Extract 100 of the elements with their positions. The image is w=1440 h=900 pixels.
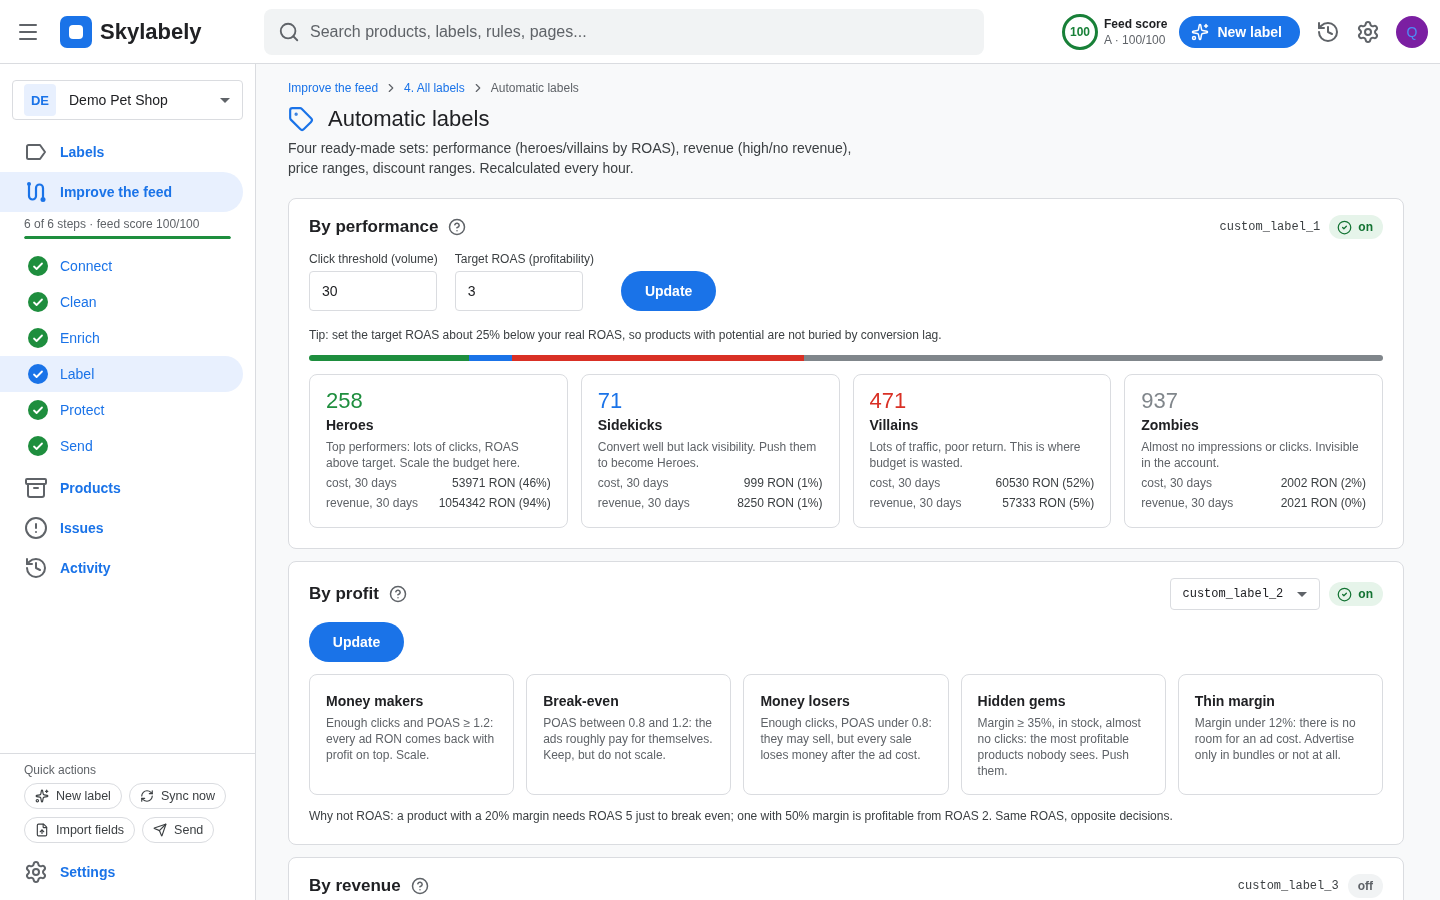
status-text: on (1358, 587, 1373, 601)
group-name: Heroes (326, 416, 375, 435)
step-item[interactable]: Protect (0, 392, 243, 428)
section-title: By performance (309, 216, 439, 238)
account-initials: DE (24, 84, 56, 116)
nav-item[interactable]: Labels (0, 132, 243, 172)
group-description: Almost no impressions or clicks. Invisible in the account. (1141, 439, 1360, 471)
metric-value: 60530 RON (52%) (995, 475, 1095, 491)
section-title: By revenue (309, 875, 401, 897)
action-chip[interactable]: Send (142, 817, 215, 843)
group-name: Sidekicks (597, 416, 664, 435)
step-item[interactable]: Send (0, 428, 243, 464)
metric-label: revenue, 30 days (597, 495, 690, 511)
route-icon (24, 180, 48, 204)
rule-description: Margin under 12%: there is no room for an ad cost. Advertise only in bundles or not at all. (1194, 715, 1357, 763)
send-icon (153, 823, 168, 837)
metric-value: 1054342 RON (94%) (438, 495, 551, 511)
metric-value: 2002 RON (2%) (1280, 475, 1366, 491)
help-icon[interactable] (410, 877, 429, 895)
nav-item[interactable]: Products (0, 468, 243, 508)
status-text: off (1357, 879, 1373, 893)
score-title: Feed score (1104, 15, 1168, 32)
nav-item[interactable]: Activity (0, 548, 243, 588)
metric-value: 57333 RON (5%) (1002, 495, 1095, 511)
note-text: Why not ROAS: a product with a 20% margin needs ROAS 5 just to break even; one with 50% margin is profitable from ROAS 2. Same ROAS, opposite decisions. (309, 808, 1174, 824)
new-label-button[interactable]: New label (1179, 15, 1300, 48)
history-icon[interactable] (1316, 19, 1340, 44)
history-icon (24, 556, 48, 580)
field-name: custom_label_3 (1237, 879, 1339, 893)
search-field[interactable]: Search products, labels, rules, pages... (264, 8, 984, 55)
rule-description: Enough clicks and POAS ≥ 1.2: every ad RON comes back with profit on top. Scale. (326, 715, 496, 763)
input-field[interactable]: 30 (309, 271, 437, 311)
step-item[interactable]: Label (0, 356, 243, 392)
group-count: 258 (326, 387, 364, 415)
help-icon[interactable] (448, 218, 467, 236)
account-select[interactable]: DE Demo Pet Shop (12, 80, 243, 120)
score-ring: 100 (1062, 13, 1099, 50)
page-title: Automatic labels (328, 107, 490, 131)
group-description: Convert well but lack visibility. Push them to become Heroes. (597, 439, 818, 471)
rule-name: Break-even (543, 692, 620, 711)
metric-label: revenue, 30 days (326, 495, 419, 511)
breadcrumb-link[interactable]: Improve the feed (288, 80, 379, 96)
progress-text: 6 of 6 steps · feed score 100/100 (24, 216, 201, 232)
sparkle-icon (1191, 22, 1210, 41)
step-item[interactable]: Connect (0, 248, 243, 284)
check-circle-icon (1337, 586, 1353, 602)
app-name: Skylabely (100, 17, 202, 46)
update-button[interactable]: Update (621, 271, 717, 311)
rule-name: Money losers (760, 692, 851, 711)
rule-description: POAS between 0.8 and 1.2: the ads roughly pay for themselves. Keep, but do not scale. (543, 715, 714, 763)
group-count: 471 (869, 387, 908, 415)
group-count: 937 (1141, 387, 1179, 415)
rule-description: Margin ≥ 35%, in stock, almost no clicks: the most profitable products nobody sees. Push them. (977, 715, 1142, 779)
metric-value: 999 RON (1%) (743, 475, 823, 491)
tag-icon (288, 106, 314, 132)
nav-item[interactable]: Improve the feed (0, 172, 243, 212)
avatar[interactable]: Q (1396, 15, 1428, 48)
update-button[interactable]: Update (309, 622, 404, 662)
settings-icon (24, 860, 48, 884)
input-label: Click threshold (volume) (309, 251, 438, 267)
file-upload-icon (35, 823, 49, 837)
sparkle-icon (35, 789, 49, 803)
breadcrumb-link[interactable]: 4. All labels (404, 80, 465, 96)
group-count: 71 (597, 387, 624, 415)
field-select[interactable]: custom_label_2 (1169, 578, 1321, 610)
metric-label: revenue, 30 days (1141, 495, 1234, 511)
metric-label: cost, 30 days (597, 475, 669, 491)
nav-item[interactable]: Settings (0, 852, 243, 892)
rule-name: Money makers (326, 692, 425, 711)
section-title: By profit (309, 583, 379, 605)
group-description: Lots of traffic, poor return. This is where budget is wasted. (869, 439, 1082, 471)
status-text: on (1358, 220, 1373, 234)
tip-text: Tip: set the target ROAS about 25% below your real ROAS, so products with potential are not buried by conversion lag. (309, 327, 943, 343)
sync-icon (139, 789, 154, 803)
step-item[interactable]: Clean (0, 284, 243, 320)
nav-item[interactable]: Issues (0, 508, 243, 548)
settings-icon[interactable] (1356, 19, 1380, 44)
search-icon (278, 20, 300, 43)
rule-description: Enough clicks, POAS under 0.8: they may sell, but every sale loses money after the ad cost. (760, 715, 933, 763)
metric-label: cost, 30 days (326, 475, 397, 491)
group-description: Top performers: lots of clicks, ROAS above target. Scale the budget here. (326, 439, 522, 471)
score-subtitle: A · 100/100 (1104, 31, 1167, 48)
caret-icon (1297, 591, 1308, 597)
metric-label: cost, 30 days (1141, 475, 1212, 491)
action-chip[interactable]: Import fields (24, 817, 136, 843)
caret-icon (220, 97, 230, 103)
group-name: Villains (869, 416, 920, 435)
step-item[interactable]: Enrich (0, 320, 243, 356)
field-name: custom_label_1 (1219, 220, 1321, 234)
input-field[interactable]: 3 (454, 271, 583, 311)
help-icon[interactable] (388, 585, 407, 603)
section-label: Quick actions (23, 762, 98, 778)
logo-icon[interactable] (60, 15, 92, 48)
check-circle-icon (1337, 219, 1353, 235)
archive-box-icon (24, 476, 48, 500)
group-name: Zombies (1141, 416, 1200, 435)
page-description: Four ready-made sets: performance (heroes/villains by ROAS), revenue (high/no revenue), price ranges, discount ranges. Recalculated every hour. (288, 139, 853, 178)
action-chip[interactable]: New label (24, 783, 122, 809)
action-chip[interactable]: Sync now (128, 783, 227, 809)
metric-value: 8250 RON (1%) (737, 495, 823, 511)
